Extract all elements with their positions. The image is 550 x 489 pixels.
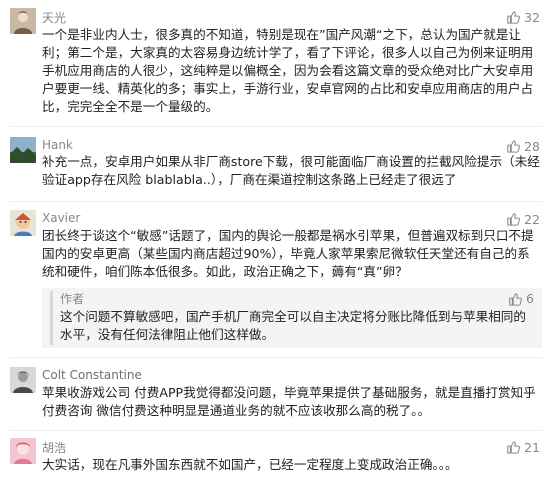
comment-item: 胡浩 21 大实话，现在凡事外国东西就不如国产，已经一定程度上变成政治正确。。。 [0, 438, 550, 486]
thumbs-up-icon [506, 139, 521, 153]
comment-username[interactable]: Xavier [42, 211, 80, 225]
divider [10, 201, 542, 202]
like-count: 22 [524, 211, 540, 227]
comment-item: 天光 32 一个是非业内人士，很多真的不知道，特别是现在”国产风潮“之下，总认为… [0, 8, 550, 114]
comment-text: 大实话，现在凡事外国东西就不如国产，已经一定程度上变成政治正确。。。 [42, 457, 458, 472]
like-button[interactable]: 22 [506, 210, 540, 228]
comment-username[interactable]: Hank [42, 138, 73, 152]
reply-quote-bar [50, 291, 53, 345]
comment-item: Colt Constantine 苹果收游戏公司 付费APP我觉得都没问题，毕竟… [0, 367, 550, 425]
comment-text: 苹果收游戏公司 付费APP我觉得都没问题，毕竟苹果提供了基础服务，就是直播打赏知… [42, 385, 536, 418]
divider [10, 357, 542, 358]
comment-text: 一个是非业内人士，很多真的不知道，特别是现在”国产风潮“之下，总认为国产就是让利… [42, 27, 534, 114]
like-count: 21 [524, 439, 540, 455]
thumbs-up-icon [506, 10, 521, 24]
comment-list: 天光 32 一个是非业内人士，很多真的不知道，特别是现在”国产风潮“之下，总认为… [0, 0, 550, 489]
thumbs-up-icon [506, 212, 521, 226]
comment-username[interactable]: 天光 [42, 9, 66, 26]
comment-item: Xavier 22 团长终于谈这个“敏感”话题了，国内的舆论一般都是祸水引苹果，… [0, 210, 550, 358]
thumbs-up-icon [506, 440, 521, 454]
reply-like-button[interactable]: 6 [508, 291, 534, 306]
user-avatar-icon[interactable] [10, 8, 36, 34]
divider [10, 126, 542, 127]
like-count: 32 [524, 9, 540, 25]
divider [10, 430, 542, 431]
reply-like-count: 6 [526, 291, 534, 306]
bw-portrait-avatar-icon[interactable] [10, 367, 36, 393]
comment-text: 团长终于谈这个“敏感”话题了，国内的舆论一般都是祸水引苹果，但普遍双标到只口不提… [42, 228, 534, 279]
comment-text: 补充一点，安卓用户如果从非厂商store下载，很可能面临厂商设置的拦截风险提示（… [42, 154, 540, 187]
thumbs-up-icon [508, 292, 523, 306]
cartoon-avatar-icon[interactable] [10, 210, 36, 236]
comment-item: Hank 28 补充一点，安卓用户如果从非厂商store下载，很可能面临厂商设置… [0, 137, 550, 193]
reply-author: 作者 [60, 292, 85, 306]
like-button[interactable]: 21 [506, 438, 540, 456]
comment-username[interactable]: 胡浩 [42, 439, 66, 456]
reply-text: 这个问题不算敏感吧，国产手机厂商完全可以自主决定将分账比降低到与苹果相同的水平，… [60, 309, 526, 342]
like-count: 28 [524, 138, 540, 154]
comment-username[interactable]: Colt Constantine [42, 368, 142, 382]
author-reply: 作者 6 这个问题不算敏感吧，国产手机厂商完全可以自主决定将分账比降低到与苹果相… [42, 288, 542, 348]
like-button[interactable]: 32 [506, 8, 540, 26]
pink-avatar-icon[interactable] [10, 438, 36, 464]
landscape-avatar-icon[interactable] [10, 137, 36, 163]
